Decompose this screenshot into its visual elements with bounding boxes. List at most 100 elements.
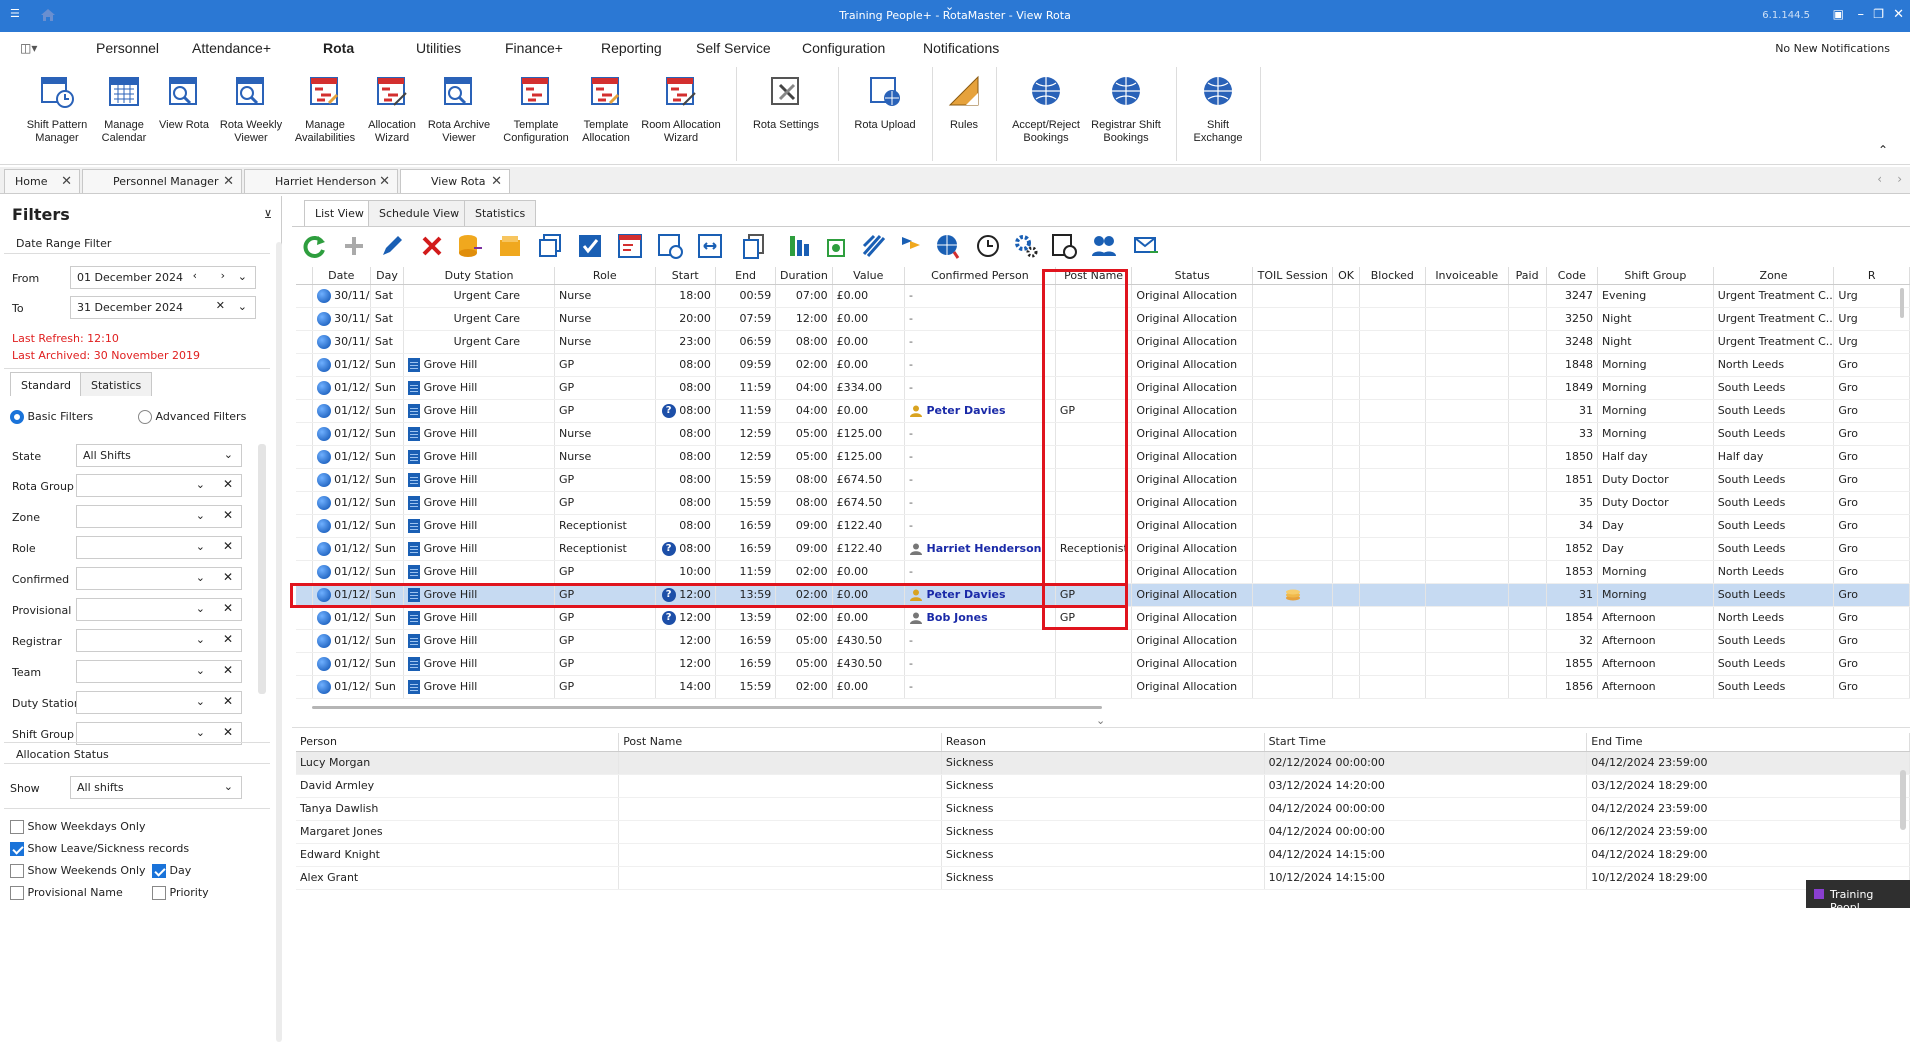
users-icon[interactable] bbox=[1090, 232, 1118, 260]
list-item[interactable]: Tanya DawlishSickness04/12/2024 00:00:00… bbox=[296, 797, 1910, 820]
rota-upload-button[interactable]: Rota Upload bbox=[850, 73, 920, 132]
clear-icon[interactable]: ✕ bbox=[223, 508, 233, 522]
table-row[interactable]: 01/12/2024Sun Grove HillGP14:0015:5902:0… bbox=[296, 675, 1910, 698]
advanced-filters-radio[interactable]: Advanced Filters bbox=[138, 410, 246, 424]
table-row[interactable]: 01/12/2024Sun Grove HillGP12:0016:5905:0… bbox=[296, 652, 1910, 675]
flags-icon[interactable] bbox=[896, 232, 924, 260]
shift-pattern-manager-button[interactable]: Shift Pattern Manager bbox=[22, 73, 92, 145]
from-date-field[interactable]: 01 December 2024⌄›‹ bbox=[70, 266, 256, 289]
rota-weekly-viewer-button[interactable]: Rota Weekly Viewer bbox=[216, 73, 286, 145]
filter-select[interactable]: ⌄✕ bbox=[76, 660, 242, 683]
column-header[interactable]: End Time bbox=[1587, 733, 1910, 751]
menu-utilities[interactable]: Utilities bbox=[416, 40, 461, 56]
mail-send-icon[interactable] bbox=[1132, 232, 1160, 260]
clear-icon[interactable]: ✕ bbox=[223, 601, 233, 615]
tab-harriet-henderson[interactable]: Harriet Henderson✕ bbox=[244, 169, 398, 193]
tab-home[interactable]: Home✕ bbox=[4, 169, 80, 193]
template-configuration-button[interactable]: Template Configuration bbox=[498, 73, 574, 145]
collapse-ribbon-icon[interactable]: ⌃ bbox=[1878, 143, 1888, 157]
column-header[interactable]: Duration bbox=[776, 267, 832, 284]
dropdown-chevron-icon[interactable]: ⌄ bbox=[238, 270, 247, 283]
edit-pencil-icon[interactable] bbox=[378, 232, 406, 260]
rota-settings-button[interactable]: Rota Settings bbox=[748, 73, 824, 132]
tab-standard[interactable]: Standard bbox=[10, 372, 82, 396]
filter-select[interactable]: ⌄✕ bbox=[76, 598, 242, 621]
tab-schedule-view[interactable]: Schedule View bbox=[368, 200, 470, 226]
dropdown-chevron-icon[interactable]: ⌄ bbox=[196, 540, 205, 553]
check-all-icon[interactable] bbox=[576, 232, 604, 260]
show-leave-checkbox[interactable]: Show Leave/Sickness records bbox=[10, 842, 189, 856]
stack-icon[interactable] bbox=[536, 232, 564, 260]
tab-scroll-right-icon[interactable]: › bbox=[1897, 172, 1902, 186]
menu-notifications[interactable]: Notifications bbox=[923, 40, 999, 56]
globe-icon[interactable] bbox=[934, 232, 962, 260]
column-header[interactable]: Role bbox=[554, 267, 655, 284]
column-header[interactable]: Reason bbox=[941, 733, 1264, 751]
clear-filter-icon[interactable]: ⊻ bbox=[264, 208, 272, 221]
to-date-field[interactable]: 31 December 2024⌄✕ bbox=[70, 296, 256, 319]
accept-reject-bookings-button[interactable]: Accept/Reject Bookings bbox=[1008, 73, 1084, 145]
close-tab-icon[interactable]: ✕ bbox=[61, 174, 72, 189]
menu-finance[interactable]: Finance+ bbox=[505, 40, 563, 56]
rota-archive-viewer-button[interactable]: Rota Archive Viewer bbox=[424, 73, 494, 145]
list-item[interactable]: Margaret JonesSickness04/12/2024 00:00:0… bbox=[296, 820, 1910, 843]
list-item[interactable]: Alex GrantSickness10/12/2024 14:15:0010/… bbox=[296, 866, 1910, 889]
table-row[interactable]: 01/12/2024Sun Grove HillGP12:0016:5905:0… bbox=[296, 629, 1910, 652]
view-toggle-icon[interactable]: ◫▾ bbox=[20, 41, 37, 55]
menu-attendance[interactable]: Attendance+ bbox=[192, 40, 271, 56]
column-header[interactable]: Day bbox=[370, 267, 403, 284]
collapse-chevron-icon[interactable]: ⌄ bbox=[945, 0, 954, 13]
rota-view-icon[interactable] bbox=[616, 232, 644, 260]
column-header[interactable]: OK bbox=[1333, 267, 1359, 284]
column-header[interactable]: Person bbox=[296, 733, 619, 751]
next-icon[interactable]: › bbox=[221, 269, 225, 282]
splitter-chevron-icon[interactable]: ⌄ bbox=[1096, 714, 1105, 727]
menu-self-service[interactable]: Self Service bbox=[696, 40, 771, 56]
stripes-icon[interactable] bbox=[860, 232, 888, 260]
close-tab-icon[interactable]: ✕ bbox=[223, 174, 234, 189]
show-weekends-checkbox[interactable]: Show Weekends Only bbox=[10, 864, 146, 878]
dropdown-chevron-icon[interactable]: ⌄ bbox=[196, 664, 205, 677]
show-select[interactable]: All shifts⌄ bbox=[70, 776, 242, 799]
grid-chart-icon[interactable] bbox=[786, 232, 814, 260]
grid-horizontal-scrollbar[interactable] bbox=[312, 706, 1102, 709]
clear-icon[interactable]: ✕ bbox=[223, 632, 233, 646]
day-checkbox[interactable]: Day bbox=[152, 864, 191, 878]
column-header[interactable]: End bbox=[715, 267, 775, 284]
column-header[interactable]: Paid bbox=[1508, 267, 1546, 284]
sync-icon[interactable] bbox=[824, 232, 852, 260]
dropdown-chevron-icon[interactable]: ⌄ bbox=[196, 695, 205, 708]
tab-personnel-manager[interactable]: Personnel Manager✕ bbox=[82, 169, 242, 193]
tab-statistics[interactable]: Statistics bbox=[464, 200, 536, 226]
refresh-icon[interactable] bbox=[300, 232, 328, 260]
add-icon[interactable] bbox=[340, 232, 368, 260]
minimize-icon[interactable]: – bbox=[1858, 7, 1865, 22]
delete-icon[interactable] bbox=[418, 232, 446, 260]
clear-icon[interactable]: ✕ bbox=[223, 477, 233, 491]
absence-scrollbar[interactable] bbox=[1900, 770, 1906, 830]
dropdown-chevron-icon[interactable]: ⌄ bbox=[196, 509, 205, 522]
list-item[interactable]: Edward KnightSickness04/12/2024 14:15:00… bbox=[296, 843, 1910, 866]
dropdown-chevron-icon[interactable]: ⌄ bbox=[196, 478, 205, 491]
manage-availabilities-button[interactable]: Manage Availabilities bbox=[290, 73, 360, 145]
calendar-time-icon[interactable] bbox=[656, 232, 684, 260]
database-export-icon[interactable] bbox=[456, 232, 484, 260]
clear-icon[interactable]: ✕ bbox=[216, 299, 225, 312]
tab-filter-statistics[interactable]: Statistics bbox=[80, 372, 152, 396]
basic-filters-radio[interactable]: Basic Filters bbox=[10, 410, 93, 424]
dropdown-chevron-icon[interactable]: ⌄ bbox=[196, 726, 205, 739]
menu-reporting[interactable]: Reporting bbox=[601, 40, 662, 56]
prev-icon[interactable]: ‹ bbox=[193, 269, 197, 282]
shift-exchange-button[interactable]: Shift Exchange bbox=[1188, 73, 1248, 145]
provisional-name-checkbox[interactable]: Provisional Name bbox=[10, 886, 123, 900]
state-select[interactable]: All Shifts⌄ bbox=[76, 444, 242, 467]
registrar-shift-bookings-button[interactable]: Registrar Shift Bookings bbox=[1088, 73, 1164, 145]
show-weekdays-checkbox[interactable]: Show Weekdays Only bbox=[10, 820, 145, 834]
column-header[interactable]: Value bbox=[832, 267, 904, 284]
layout-icon[interactable]: ▣ bbox=[1833, 7, 1844, 21]
menu-rota[interactable]: Rota bbox=[323, 40, 354, 56]
filter-select[interactable]: ⌄✕ bbox=[76, 691, 242, 714]
filter-select[interactable]: ⌄✕ bbox=[76, 536, 242, 559]
close-tab-icon[interactable]: ✕ bbox=[491, 174, 502, 189]
clear-icon[interactable]: ✕ bbox=[223, 663, 233, 677]
